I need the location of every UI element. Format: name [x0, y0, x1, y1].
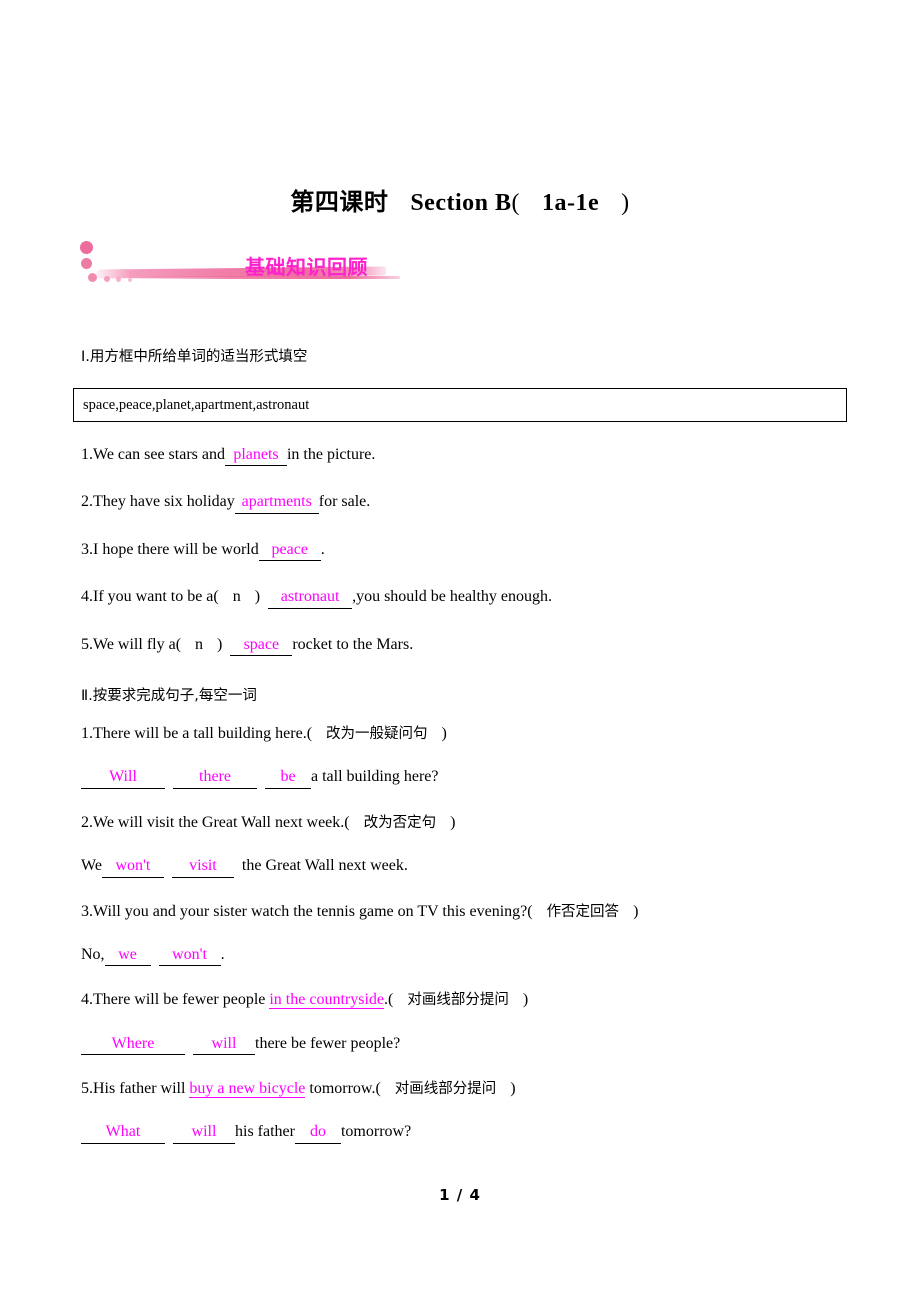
s2q2-prompt: We will visit the Great Wall next week.(: [93, 813, 350, 831]
q4-prefix-close: ): [254, 588, 261, 606]
s2q4-prompt-a: There will be fewer people: [93, 991, 270, 1009]
s2q3-paren-close: ): [633, 902, 639, 920]
page-title-section: Section B: [410, 190, 512, 216]
word-bank-box: space,peace,planet,apartment,astronaut: [73, 388, 847, 422]
question-item: 2.We will visit the Great Wall next week…: [81, 814, 847, 832]
s2q1-blank-3[interactable]: be: [265, 768, 311, 789]
q1-number: 1.: [81, 446, 93, 463]
s2q1-blank-2[interactable]: there: [173, 768, 257, 789]
page-title-paren-close: ): [621, 190, 630, 216]
s2q5-blank-1[interactable]: What: [81, 1123, 165, 1144]
question-item: 5.We will fly a( n) space rocket to the Mar…: [81, 636, 847, 656]
worksheet-page: 第四课时 Section B(1a-1e) 基础知识回顾 Ⅰ.用方框中所给单词的适…: [0, 0, 920, 1302]
s2q5-answer-mid: his father: [235, 1123, 295, 1141]
q3-answer-blank[interactable]: peace: [258, 541, 321, 562]
q3-prefix: I hope there will be world: [93, 540, 259, 558]
s2q2-paren-close: ): [450, 813, 456, 831]
s2q4-blank-2[interactable]: will: [193, 1035, 255, 1056]
q3-suffix: .: [320, 540, 325, 558]
s2q5-answer-suffix: tomorrow?: [340, 1123, 412, 1141]
q1-answer-blank[interactable]: planets: [224, 446, 287, 467]
question-item: 4.If you want to be a( n) astronaut ,you sh…: [81, 588, 847, 609]
s2q1-answer-suffix: a tall building here?: [311, 768, 439, 786]
s2q4-number: 4.: [81, 991, 93, 1009]
q5-article-hint: n: [195, 635, 204, 653]
q4-answer-blank[interactable]: astronaut: [268, 588, 353, 609]
s2q1-blank-1[interactable]: Will: [81, 768, 165, 789]
q5-number: 5.: [81, 635, 93, 653]
page-title-lesson: 第四课时: [290, 188, 389, 216]
question-item: 3.I hope there will be world peace.: [81, 540, 847, 562]
s2q3-instruction: 作否定回答: [546, 903, 620, 920]
section-one-heading: Ⅰ.用方框中所给单词的适当形式填空: [81, 349, 308, 365]
s2q2-blank-2[interactable]: visit: [171, 857, 234, 878]
question-item: 3.Will you and your sister watch the ten…: [81, 903, 847, 921]
question-item: 1.We can see stars and planets in the pict…: [81, 446, 847, 467]
s2q4-prompt-b: .(: [384, 991, 394, 1009]
worksheet-content: Ⅰ.用方框中所给单词的适当形式填空 space,peace,planet,apa…: [73, 345, 847, 1169]
s2q5-underlined-phrase: buy a new bicycle: [189, 1080, 306, 1099]
page-title-range: 1a-1e: [542, 190, 600, 216]
ribbon-dot-icon: [128, 278, 132, 282]
question-item: 5.His father will buy a new bicycle tomo…: [81, 1080, 847, 1099]
q1-prefix: We can see stars and: [93, 446, 225, 463]
q5-prefix: We will fly a(: [93, 635, 182, 653]
s2q5-prompt-b: tomorrow.(: [305, 1080, 381, 1098]
s2q2-blank-1[interactable]: won't: [101, 857, 164, 878]
s2q1-number: 1.: [81, 724, 93, 742]
section-banner-label: 基础知识回顾: [245, 255, 368, 279]
s2q2-answer-prefix: We: [81, 857, 102, 875]
q2-answer-blank[interactable]: apartments: [234, 493, 319, 514]
ribbon-dot-icon: [80, 241, 93, 254]
s2q5-number: 5.: [81, 1080, 93, 1098]
s2q3-blank-1[interactable]: we: [104, 946, 151, 967]
q4-article-hint: n: [232, 588, 241, 606]
q2-suffix: for sale.: [318, 493, 371, 511]
s2q1-prompt: There will be a tall building here.(: [93, 724, 313, 742]
s2q5-blank-3[interactable]: do: [294, 1123, 341, 1144]
s2q3-answer-suffix: .: [220, 945, 225, 963]
s2q3-answer-prefix: No,: [81, 945, 105, 963]
page-number-footer: 1 / 4: [439, 1186, 481, 1204]
s2q1-instruction: 改为一般疑问句: [326, 725, 428, 742]
question-item: 4.There will be fewer people in the coun…: [81, 991, 847, 1010]
s2q4-blank-1[interactable]: Where: [81, 1035, 185, 1056]
s2q4-paren-close: ): [522, 991, 529, 1009]
s2q5-blank-2[interactable]: will: [173, 1123, 235, 1144]
q4-number: 4.: [81, 588, 93, 606]
q5-answer-blank[interactable]: space: [230, 636, 293, 656]
s2q1-paren-close: ): [441, 724, 447, 742]
ribbon-dot-icon: [81, 258, 92, 269]
q2-number: 2.: [81, 493, 93, 511]
s2q3-prompt: Will you and your sister watch the tenni…: [93, 902, 533, 920]
answer-item: Where will there be fewer people?: [81, 1034, 847, 1056]
q3-number: 3.: [81, 540, 93, 558]
s2q4-instruction: 对画线部分提问: [407, 992, 509, 1009]
s2q5-paren-close: ): [510, 1080, 516, 1098]
s2q4-underlined-phrase: in the countryside: [269, 991, 384, 1010]
page-title-paren-open: (: [511, 190, 520, 216]
s2q5-prompt-a: His father will: [93, 1080, 190, 1098]
answer-item: Will there be a tall building here?: [81, 768, 847, 789]
q1-suffix: in the picture.: [286, 446, 376, 463]
s2q3-blank-2[interactable]: won't: [158, 946, 221, 967]
answer-item: No, we won't.: [81, 945, 847, 967]
s2q3-number: 3.: [81, 902, 93, 920]
s2q2-instruction: 改为否定句: [363, 814, 437, 831]
q5-suffix: rocket to the Mars.: [292, 635, 414, 653]
q5-prefix-close: ): [217, 635, 223, 653]
s2q4-answer-suffix: there be fewer people?: [255, 1034, 401, 1052]
section-two-heading: Ⅱ.按要求完成句子,每空一词: [81, 687, 257, 704]
q2-prefix: They have six holiday: [93, 493, 235, 511]
question-item: 2.They have six holiday apartments for sal…: [81, 493, 847, 514]
page-title: 第四课时 Section B(1a-1e): [0, 182, 920, 217]
q4-prefix: If you want to be a(: [93, 588, 219, 606]
answer-item: We won't visit the Great Wall next week.: [81, 857, 847, 878]
s2q2-number: 2.: [81, 813, 93, 831]
s2q5-instruction: 对画线部分提问: [394, 1081, 497, 1098]
q4-suffix: ,you should be healthy enough.: [352, 588, 553, 606]
question-item: 1.There will be a tall building here.( 改为…: [81, 725, 847, 743]
s2q2-answer-suffix: the Great Wall next week.: [241, 857, 408, 875]
answer-item: What will his father do tomorrow?: [81, 1123, 847, 1144]
